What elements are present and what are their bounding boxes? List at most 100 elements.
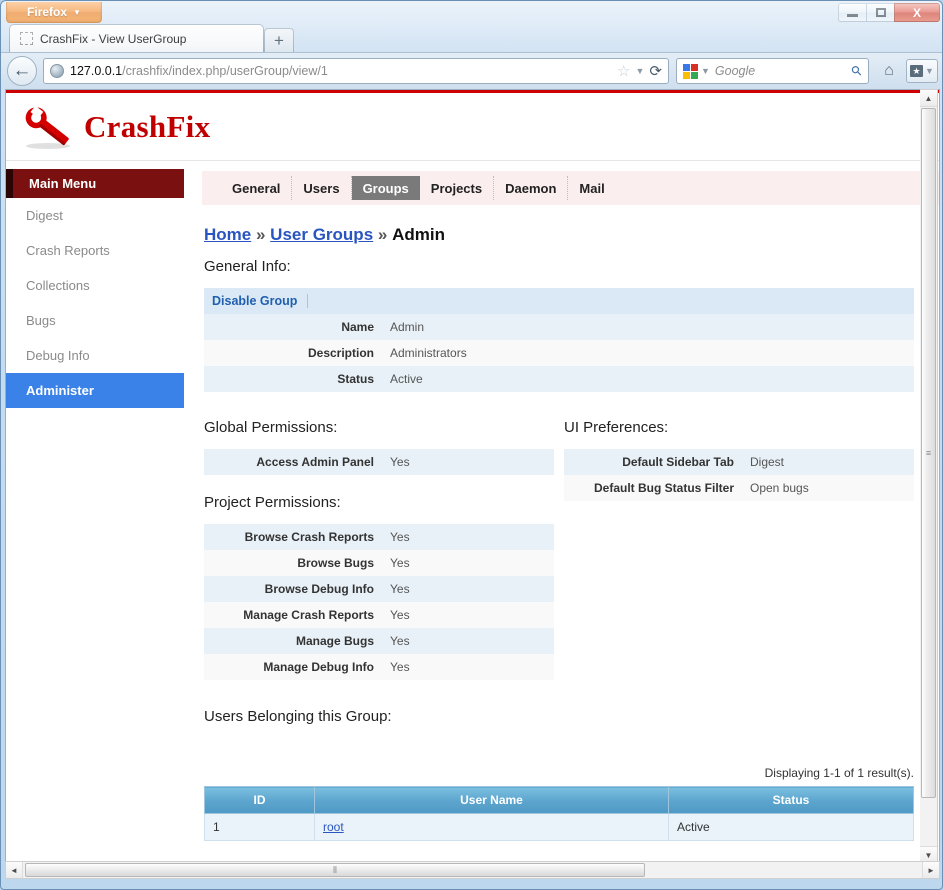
scroll-left-button[interactable]: ◄ — [6, 862, 23, 878]
close-button[interactable]: X — [894, 3, 940, 22]
row-value: Yes — [382, 628, 554, 654]
row-label: Status — [204, 366, 382, 392]
navigation-toolbar: ← 127.0.0.1/crashfix/index.php/userGroup… — [1, 52, 942, 89]
tab-daemon[interactable]: Daemon — [494, 176, 569, 200]
table-row: Browse Bugs Yes — [204, 550, 554, 576]
red-wrench-icon — [20, 104, 76, 150]
row-label: Browse Debug Info — [204, 576, 382, 602]
table-row: Browse Debug Info Yes — [204, 576, 554, 602]
close-icon: X — [912, 5, 921, 20]
url-host: 127.0.0.1 — [70, 64, 123, 78]
tab-users[interactable]: Users — [292, 176, 352, 200]
home-button[interactable]: ⌂ — [876, 58, 902, 84]
ui-preferences-title: UI Preferences: — [564, 419, 669, 436]
general-info-table: Disable Group Name Admin Description Adm… — [204, 288, 914, 392]
users-title: Users Belonging this Group: — [204, 708, 392, 725]
table-row: Manage Crash Reports Yes — [204, 602, 554, 628]
global-permissions-table: Access Admin Panel Yes — [204, 449, 554, 475]
row-label: Manage Debug Info — [204, 654, 382, 680]
cell-status: Active — [668, 813, 914, 841]
sidebar-item-digest[interactable]: Digest — [6, 198, 184, 233]
row-value: Admin — [382, 314, 914, 340]
breadcrumb-user-groups[interactable]: User Groups — [270, 225, 373, 244]
sidebar: Main Menu Digest Crash Reports Collectio… — [6, 161, 189, 841]
table-row: Description Administrators — [204, 340, 914, 366]
maximize-button[interactable] — [866, 3, 895, 22]
column-header-status[interactable]: Status — [668, 786, 914, 814]
permissions-right-column: UI Preferences: Default Sidebar Tab Dige… — [559, 419, 917, 680]
title-bar: Firefox ▼ X — [1, 1, 942, 23]
search-input[interactable]: Google — [715, 64, 755, 78]
content-inner: Home » User Groups » Admin General Info:… — [202, 205, 939, 841]
firefox-menu-button[interactable]: Firefox ▼ — [6, 2, 102, 23]
column-header-id[interactable]: ID — [204, 786, 315, 814]
chevron-down-icon[interactable]: ▼ — [636, 66, 645, 76]
disable-group-link[interactable]: Disable Group — [212, 294, 309, 308]
minimize-button[interactable] — [838, 3, 867, 22]
tab-mail[interactable]: Mail — [568, 176, 615, 200]
grip-icon: ≡ — [925, 447, 932, 458]
page-viewport: CrashFix Main Menu Digest Crash Reports … — [5, 89, 940, 864]
row-label: Manage Crash Reports — [204, 602, 382, 628]
row-label: Default Sidebar Tab — [564, 449, 742, 475]
address-bar[interactable]: 127.0.0.1/crashfix/index.php/userGroup/v… — [43, 58, 669, 84]
sidebar-item-bugs[interactable]: Bugs — [6, 303, 184, 338]
reload-icon[interactable]: ⟳ — [649, 64, 662, 79]
vertical-scrollbar[interactable]: ▲ ≡ ▼ — [920, 89, 938, 864]
general-info-actions: Disable Group — [204, 288, 914, 314]
plus-icon: + — [274, 31, 284, 50]
breadcrumb-home[interactable]: Home — [204, 225, 251, 244]
permissions-left-column: Global Permissions: Access Admin Panel Y… — [204, 419, 559, 680]
row-value: Yes — [382, 524, 554, 550]
browser-window: Firefox ▼ X CrashFix - View UserGroup + … — [0, 0, 943, 890]
table-row: Browse Crash Reports Yes — [204, 524, 554, 550]
search-bar[interactable]: ▼ Google ⚲ — [676, 58, 869, 84]
bookmark-star-icon[interactable]: ☆ — [617, 64, 630, 79]
row-value: Yes — [382, 550, 554, 576]
chevron-down-icon[interactable]: ▼ — [701, 66, 710, 76]
window-controls: X — [838, 3, 940, 22]
firefox-menu-label: Firefox — [27, 5, 68, 19]
column-header-user-name[interactable]: User Name — [314, 786, 669, 814]
bookmarks-button[interactable]: ★ ▼ — [906, 59, 938, 83]
bookmark-star-icon: ★ — [910, 65, 924, 77]
vertical-scroll-thumb[interactable]: ≡ — [921, 108, 936, 798]
back-arrow-icon: ← — [12, 60, 32, 81]
horizontal-scroll-thumb[interactable]: ⦀ — [25, 863, 645, 877]
tab-strip: CrashFix - View UserGroup + — [1, 23, 942, 52]
browser-tab[interactable]: CrashFix - View UserGroup — [9, 24, 264, 52]
cell-user-name: root — [314, 813, 669, 841]
tab-projects[interactable]: Projects — [420, 176, 495, 200]
user-link-root[interactable]: root — [323, 820, 344, 834]
search-icon[interactable]: ⚲ — [848, 62, 866, 80]
row-value: Yes — [382, 602, 554, 628]
page-body: Main Menu Digest Crash Reports Collectio… — [6, 161, 939, 841]
tab-general[interactable]: General — [221, 176, 293, 200]
scroll-right-button[interactable]: ► — [922, 862, 939, 878]
url-path: /crashfix/index.php/userGroup/view/1 — [122, 64, 328, 78]
row-value: Yes — [382, 449, 554, 475]
general-info-actions-row: Disable Group — [204, 288, 914, 314]
row-value: Administrators — [382, 340, 914, 366]
scroll-up-button[interactable]: ▲ — [920, 90, 937, 107]
general-info-title: General Info: — [204, 258, 291, 275]
back-button[interactable]: ← — [7, 56, 37, 86]
table-row: Default Bug Status Filter Open bugs — [564, 475, 914, 501]
row-value: Active — [382, 366, 914, 392]
maximize-icon — [875, 8, 886, 17]
chevron-down-icon: ▼ — [924, 850, 933, 860]
new-tab-button[interactable]: + — [264, 28, 294, 52]
tab-groups[interactable]: Groups — [351, 176, 420, 200]
breadcrumb: Home » User Groups » Admin — [204, 225, 917, 245]
row-label: Default Bug Status Filter — [564, 475, 742, 501]
crashfix-page: CrashFix Main Menu Digest Crash Reports … — [6, 93, 939, 863]
sidebar-item-collections[interactable]: Collections — [6, 268, 184, 303]
sidebar-item-crash-reports[interactable]: Crash Reports — [6, 233, 184, 268]
google-icon — [683, 63, 698, 79]
sidebar-item-debug-info[interactable]: Debug Info — [6, 338, 184, 373]
breadcrumb-separator: » — [255, 225, 266, 244]
results-summary: Displaying 1-1 of 1 result(s). — [764, 766, 914, 780]
sidebar-item-administer[interactable]: Administer — [6, 373, 184, 408]
horizontal-scrollbar[interactable]: ◄ ⦀ ► — [5, 861, 940, 879]
project-permissions-table: Browse Crash Reports Yes Browse Bugs Yes… — [204, 524, 554, 680]
